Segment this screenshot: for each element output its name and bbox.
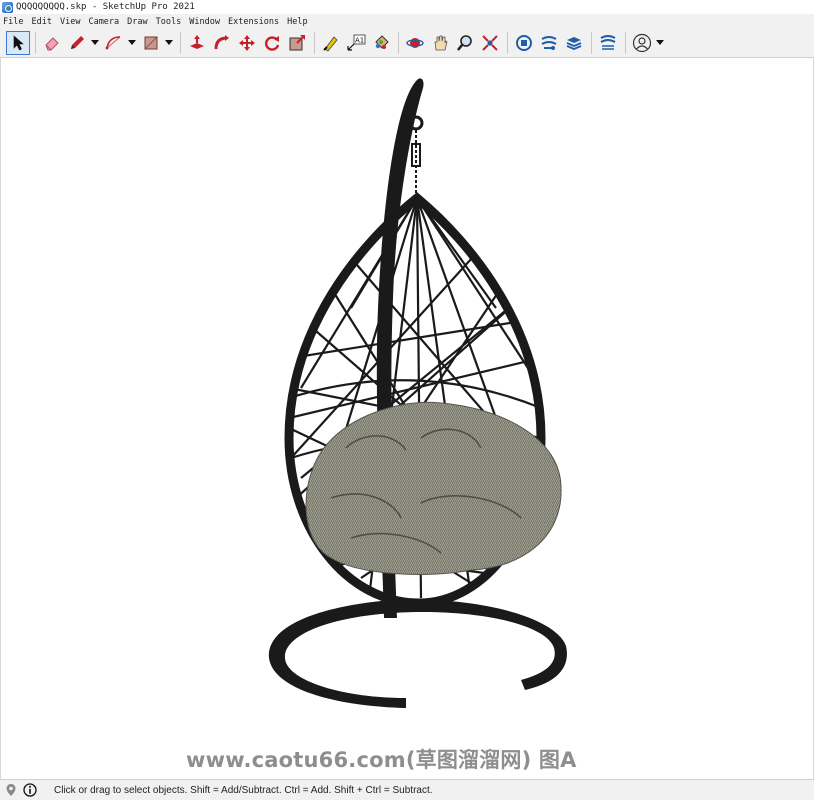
arc-tool-dropdown[interactable] [127, 31, 136, 55]
model-viewport[interactable]: www.caotu66.com(草图溜溜网) 图A [0, 58, 814, 779]
arc-icon [105, 36, 121, 50]
chevron-down-icon [164, 40, 173, 45]
rotate-tool-button[interactable] [260, 31, 284, 55]
line-tool-dropdown[interactable] [90, 31, 99, 55]
follow-me-tool-button[interactable] [210, 31, 234, 55]
toolbar-separator [314, 32, 315, 54]
menu-view[interactable]: View [56, 17, 84, 27]
pan-tool-button[interactable] [428, 31, 452, 55]
toolbar-separator [625, 32, 626, 54]
layout-icon [566, 37, 582, 50]
rotate-icon [265, 36, 280, 51]
toolbar-separator [180, 32, 181, 54]
menu-tools[interactable]: Tools [152, 17, 186, 27]
menu-draw[interactable]: Draw [123, 17, 151, 27]
menu-extensions[interactable]: Extensions [224, 17, 283, 27]
zoom-tool-button[interactable] [453, 31, 477, 55]
line-tool-button[interactable] [65, 31, 89, 55]
eraser-tool-button[interactable] [40, 31, 64, 55]
menu-bar: File Edit View Camera Draw Tools Window … [0, 14, 814, 29]
select-tool-button[interactable] [6, 31, 30, 55]
text-tool-button[interactable]: A1 [344, 31, 368, 55]
toolbar-separator [35, 32, 36, 54]
arc-tool-button[interactable] [102, 31, 126, 55]
watermark-text: www.caotu66.com(草图溜溜网) 图A [186, 748, 577, 772]
text-icon: A1 [347, 34, 366, 51]
shape-tool-dropdown[interactable] [164, 31, 173, 55]
chevron-down-icon [127, 40, 136, 45]
zoom-icon [456, 35, 472, 51]
scale-icon [289, 35, 305, 51]
move-icon [239, 35, 255, 51]
status-bar: Click or drag to select objects. Shift =… [0, 779, 814, 800]
menu-help[interactable]: Help [283, 17, 311, 27]
push-pull-icon [190, 35, 204, 49]
window-title: QQQQQQQQQ.skp - SketchUp Pro 2021 [16, 2, 195, 12]
chevron-down-icon [655, 40, 664, 45]
menu-file[interactable]: File [0, 17, 27, 27]
toolbar-separator [507, 32, 508, 54]
orbit-tool-button[interactable] [403, 31, 427, 55]
account-icon [632, 33, 652, 53]
hanging-egg-chair-model[interactable] [1, 58, 813, 779]
toolbar-separator [591, 32, 592, 54]
stand-base [268, 599, 567, 708]
pan-icon [434, 35, 448, 51]
extension-manager-button[interactable] [596, 31, 620, 55]
zoom-extents-tool-button[interactable] [478, 31, 502, 55]
account-button[interactable] [630, 31, 654, 55]
menu-edit[interactable]: Edit [27, 17, 55, 27]
title-bar: QQQQQQQQQ.skp - SketchUp Pro 2021 [0, 0, 814, 14]
push-pull-tool-button[interactable] [185, 31, 209, 55]
paint-bucket-icon [375, 35, 389, 49]
chevron-down-icon [90, 40, 99, 45]
text-tool-label: A1 [355, 37, 364, 45]
3d-warehouse-button[interactable] [512, 31, 536, 55]
paint-bucket-tool-button[interactable] [369, 31, 393, 55]
eraser-icon [45, 37, 59, 51]
rectangle-icon [144, 36, 158, 50]
3d-warehouse-icon [516, 35, 532, 51]
tape-measure-icon [323, 36, 338, 52]
orbit-icon [406, 38, 424, 48]
menu-camera[interactable]: Camera [84, 17, 123, 27]
move-tool-button[interactable] [235, 31, 259, 55]
scale-tool-button[interactable] [285, 31, 309, 55]
extension-manager-icon [600, 35, 616, 50]
account-dropdown[interactable] [655, 31, 664, 55]
select-icon [13, 35, 24, 51]
tape-measure-tool-button[interactable] [319, 31, 343, 55]
extension-warehouse-button[interactable] [537, 31, 561, 55]
menu-window[interactable]: Window [185, 17, 224, 27]
info-icon[interactable] [22, 782, 38, 798]
geolocation-icon[interactable] [3, 782, 19, 798]
extension-warehouse-icon [541, 36, 557, 50]
status-message: Click or drag to select objects. Shift =… [54, 784, 433, 796]
follow-me-icon [214, 35, 229, 50]
layout-button[interactable] [562, 31, 586, 55]
rectangle-tool-button[interactable] [139, 31, 163, 55]
pencil-line-icon [71, 36, 84, 49]
sketchup-logo-icon [2, 1, 13, 13]
main-toolbar: A1 [0, 29, 814, 58]
toolbar-separator [398, 32, 399, 54]
cushion [305, 401, 562, 575]
zoom-extents-icon [482, 35, 498, 51]
